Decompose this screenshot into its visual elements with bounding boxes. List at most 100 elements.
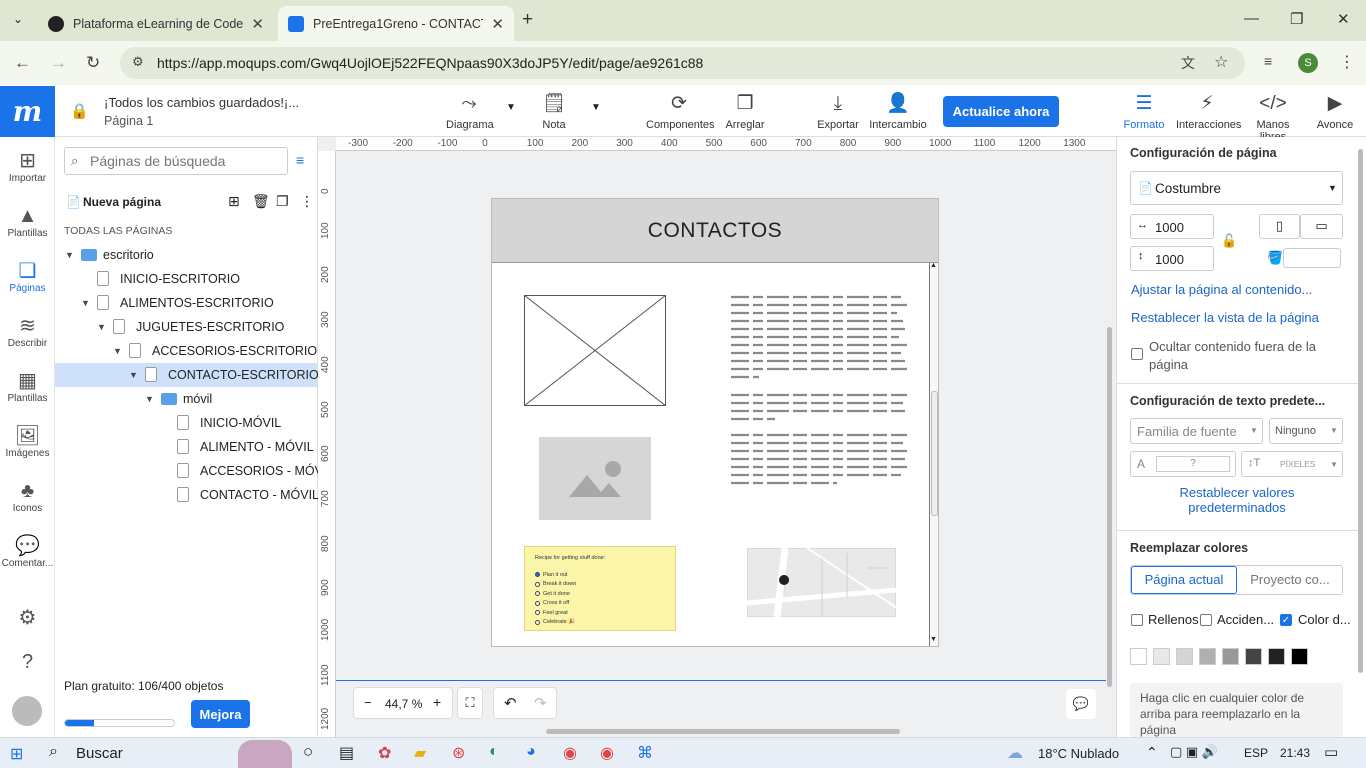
fit-page-link[interactable]: Ajustar la página al contenido...	[1131, 282, 1312, 297]
weather-text[interactable]: 18°C Nublado	[1038, 746, 1119, 761]
note-checkbox[interactable]	[535, 610, 540, 616]
image-placeholder[interactable]	[524, 295, 666, 406]
user-avatar[interactable]	[12, 696, 42, 726]
close-icon[interactable]: ✕	[251, 15, 264, 33]
browser-tab-moqups[interactable]: PreEntrega1Greno - CONTACTO ✕	[278, 6, 514, 41]
note-checklist-item[interactable]: Celebrate 🎉	[535, 618, 675, 628]
reload-icon[interactable]: ↻	[86, 53, 100, 73]
interactions-tab[interactable]: ⚡ Interacciones	[1176, 92, 1241, 131]
new-page-icon[interactable]: 📄	[66, 195, 81, 209]
widget-icon[interactable]	[238, 740, 292, 768]
color-swatch[interactable]	[1153, 648, 1170, 665]
new-page-button[interactable]: Nueva página	[83, 195, 161, 209]
reset-defaults-link[interactable]: Restablecer valores predeterminados	[1157, 485, 1317, 515]
text-paragraph-placeholder[interactable]	[731, 295, 911, 490]
note-checkbox[interactable]	[535, 600, 540, 606]
fit-screen-button[interactable]: ⛶	[457, 687, 483, 719]
color-swatch[interactable]	[1222, 648, 1239, 665]
tree-item[interactable]: ▼ ACCESORIOS-ESCRITORIO	[55, 339, 317, 363]
trash-icon[interactable]: 🗑	[252, 193, 270, 210]
app-icon[interactable]: ⊛	[452, 743, 465, 763]
color-swatch[interactable]	[1291, 648, 1308, 665]
redo-icon[interactable]: ↷	[534, 694, 547, 712]
line-height-input[interactable]: ↕T PÍXELES ▼	[1241, 451, 1343, 477]
tree-item[interactable]: ALIMENTO - MÓVIL	[55, 435, 317, 459]
tree-item[interactable]: ▼ móvil	[55, 387, 317, 411]
url-text[interactable]: https://app.moqups.com/Gwq4UojlOEj522FEQ…	[157, 55, 703, 71]
color-swatch[interactable]	[1268, 648, 1285, 665]
search-icon[interactable]: ⌕	[49, 743, 58, 761]
tray-chevron-icon[interactable]: ⌃	[1146, 744, 1158, 761]
upgrade-button[interactable]: Actualice ahora	[943, 96, 1059, 127]
scroll-up-icon[interactable]: ▲	[930, 262, 937, 269]
accents-checkbox[interactable]	[1200, 614, 1212, 626]
height-input[interactable]: ↕ 1000	[1130, 246, 1214, 271]
forward-icon[interactable]: →	[50, 53, 67, 73]
tab-current-page[interactable]: Página actual	[1131, 566, 1237, 594]
improve-button[interactable]: Mejora	[191, 700, 250, 728]
page-header-bar[interactable]: CONTACTOS	[492, 199, 938, 263]
restore-icon[interactable]: ❐	[1290, 10, 1303, 28]
zoom-out-icon[interactable]: −	[364, 695, 372, 710]
duplicate-icon[interactable]: ❐	[276, 193, 289, 210]
expand-arrow-icon[interactable]: ▼	[81, 291, 90, 315]
landscape-button[interactable]: ▭	[1300, 214, 1343, 239]
undo-icon[interactable]: ↶	[504, 694, 517, 712]
portrait-button[interactable]: ▯	[1259, 214, 1300, 239]
taskbar-search[interactable]: Buscar	[76, 745, 123, 762]
vscode-icon[interactable]: ⌘	[637, 743, 653, 763]
zoom-level[interactable]: 44,7 %	[385, 697, 422, 711]
color-swatch[interactable]	[1245, 648, 1262, 665]
profile-avatar[interactable]: S	[1298, 53, 1318, 73]
scroll-down-icon[interactable]: ▼	[930, 636, 937, 643]
menu-icon[interactable]: ⋮	[1339, 52, 1355, 72]
expand-arrow-icon[interactable]: ▼	[145, 387, 154, 411]
close-window-icon[interactable]: ✕	[1337, 10, 1350, 28]
rail-pages[interactable]: ❏ Páginas	[0, 259, 55, 294]
tree-item[interactable]: INICIO-ESCRITORIO	[55, 267, 317, 291]
close-icon[interactable]: ✕	[491, 15, 504, 33]
translate-icon[interactable]: 文	[1181, 53, 1195, 73]
note-checkbox[interactable]	[535, 581, 540, 587]
rail-icons[interactable]: ♣ Iconos	[0, 479, 55, 514]
copilot-icon[interactable]: ✿	[378, 743, 391, 763]
color-swatch[interactable]	[1130, 648, 1147, 665]
tab-search-icon[interactable]: ⌄	[13, 12, 23, 26]
font-family-select[interactable]: Familia de fuente ▼	[1130, 418, 1263, 444]
tree-item[interactable]: INICIO-MÓVIL	[55, 411, 317, 435]
fills-checkbox[interactable]	[1131, 614, 1143, 626]
notifications-icon[interactable]: ▭	[1324, 743, 1338, 761]
site-info-icon[interactable]: ⚙	[132, 54, 144, 70]
components-tool[interactable]: ⟳ Componentes	[646, 92, 715, 131]
scroll-thumb[interactable]	[931, 391, 938, 516]
lock-icon[interactable]: 🔒	[70, 102, 89, 120]
color-swatch[interactable]	[1176, 648, 1193, 665]
rail-comments[interactable]: 💬 Comentar...	[0, 534, 55, 569]
hide-outside-checkbox[interactable]	[1131, 348, 1143, 360]
add-folder-icon[interactable]: ⊞	[228, 193, 240, 210]
note-checklist-item[interactable]: Feel great	[535, 608, 675, 618]
note-checkbox[interactable]	[535, 591, 540, 597]
note-dropdown-icon[interactable]: ▼	[591, 102, 601, 113]
width-input[interactable]: ↔ 1000	[1130, 214, 1214, 239]
color-swatch[interactable]	[1199, 648, 1216, 665]
cortana-icon[interactable]: ○	[303, 742, 313, 762]
tree-item[interactable]: ▼ ALIMENTOS-ESCRITORIO	[55, 291, 317, 315]
freehand-tab[interactable]: </> Manos libres	[1244, 92, 1302, 143]
image-component[interactable]	[539, 437, 651, 520]
arrange-tool[interactable]: ❐ Arreglar	[724, 92, 766, 131]
tree-item[interactable]: ▼ CONTACTO-ESCRITORIO	[55, 363, 319, 387]
page-scrollbar[interactable]: ▲ ▼	[929, 262, 938, 646]
editor-canvas[interactable]: -300 -200 -100 0 100 200 300 400 500 600 700 800 900…	[318, 137, 1116, 737]
diagram-tool[interactable]: ⤳ Diagrama	[446, 92, 494, 131]
expand-arrow-icon[interactable]: ▼	[65, 243, 74, 267]
expand-arrow-icon[interactable]: ▼	[129, 363, 138, 387]
more-icon[interactable]: ⋮	[300, 193, 314, 210]
rail-templates[interactable]: ▦ Plantillas	[0, 369, 55, 404]
filter-icon[interactable]: ≡	[296, 152, 304, 168]
chrome-icon[interactable]: ◉	[563, 743, 577, 763]
reset-view-link[interactable]: Restablecer la vista de la página	[1131, 310, 1319, 325]
note-tool[interactable]: 🗒 Nota	[538, 92, 570, 131]
sticky-note[interactable]: Recipe for getting stuff done: Plan it o…	[524, 546, 676, 631]
preview-tab[interactable]: ▶ Avonce	[1314, 92, 1356, 131]
